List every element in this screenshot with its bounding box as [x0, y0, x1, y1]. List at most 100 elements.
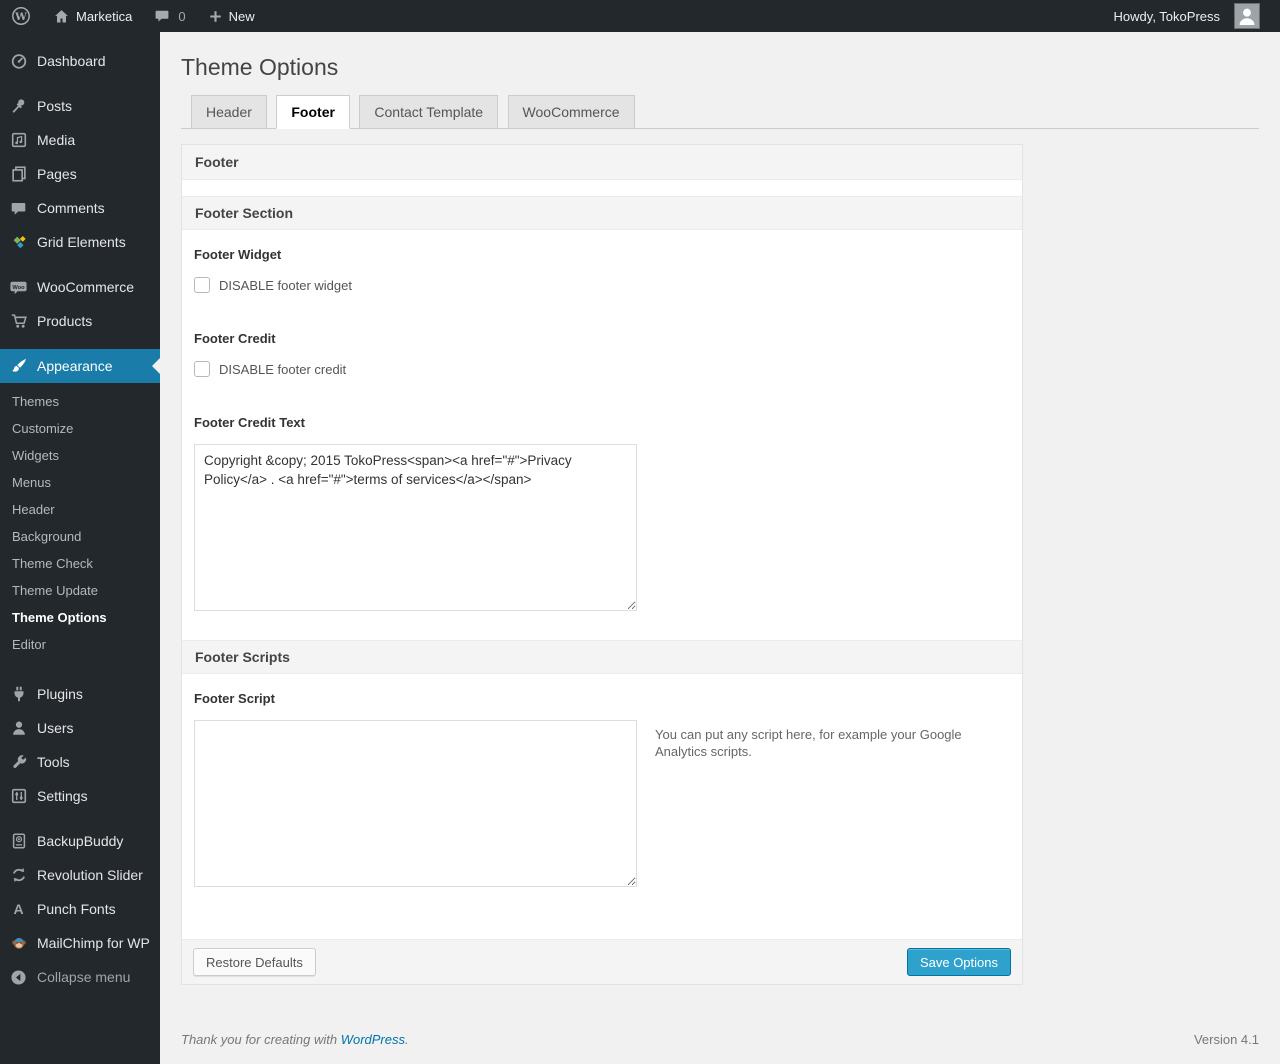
footer-widget-label: Footer Widget — [194, 247, 282, 262]
svg-text:W: W — [14, 11, 27, 23]
mailchimp-monkey-icon — [9, 934, 28, 953]
comments-menu[interactable]: 0 — [143, 0, 196, 32]
footer-script-help-text: You can put any script here, for example… — [655, 727, 962, 759]
panel-button-bar: Restore Defaults Save Options — [182, 939, 1022, 984]
footer-script-textarea[interactable] — [194, 720, 637, 887]
submenu-item-theme-update[interactable]: Theme Update — [0, 577, 160, 604]
media-icon — [9, 131, 28, 150]
sidebar-item-collapse-menu[interactable]: Collapse menu — [0, 960, 160, 994]
sidebar-label: MailChimp for WP — [37, 935, 150, 951]
sidebar-label: Revolution Slider — [37, 867, 143, 883]
sidebar-item-comments[interactable]: Comments — [0, 191, 160, 225]
letter-a-icon: A — [13, 901, 24, 917]
sidebar-item-settings[interactable]: Settings — [0, 779, 160, 813]
pages-icon — [9, 165, 28, 184]
cart-icon — [9, 312, 28, 331]
wordpress-logo-icon: W — [11, 6, 31, 26]
sidebar-label: BackupBuddy — [37, 833, 124, 849]
collapse-arrow-icon — [9, 968, 28, 987]
disable-footer-widget-label: DISABLE footer widget — [219, 277, 352, 293]
admin-bar: W Marketica 0 New Howdy, TokoPress — [0, 0, 1280, 32]
howdy-account-menu[interactable]: Howdy, TokoPress — [1103, 0, 1271, 32]
admin-footer: Thank you for creating with WordPress. V… — [181, 1032, 1259, 1047]
sidebar-item-posts[interactable]: Posts — [0, 89, 160, 123]
submenu-item-menus[interactable]: Menus — [0, 469, 160, 496]
admin-sidebar: Dashboard Posts Media Pages Comments Gri… — [0, 32, 160, 1064]
thanks-text: Thank you for creating with WordPress. — [181, 1032, 409, 1047]
site-link[interactable]: Marketica — [42, 0, 143, 32]
save-options-button[interactable]: Save Options — [906, 948, 1011, 976]
comment-bubble-icon — [154, 8, 170, 24]
sidebar-item-grid-elements[interactable]: Grid Elements — [0, 225, 160, 259]
sidebar-label: Dashboard — [37, 53, 106, 69]
comment-count: 0 — [178, 8, 186, 24]
howdy-text: Howdy, TokoPress — [1113, 8, 1220, 24]
tab-woocommerce[interactable]: WooCommerce — [507, 95, 635, 129]
sidebar-item-products[interactable]: Products — [0, 304, 160, 338]
restore-defaults-button[interactable]: Restore Defaults — [193, 948, 316, 976]
grid-elements-icon — [9, 233, 28, 252]
wordpress-logo-menu[interactable]: W — [0, 0, 42, 32]
sidebar-label: Plugins — [37, 686, 83, 702]
sidebar-item-pages[interactable]: Pages — [0, 157, 160, 191]
plugin-icon — [9, 685, 28, 704]
disable-footer-credit-label: DISABLE footer credit — [219, 361, 347, 377]
footer-section-header: Footer Section — [182, 196, 1022, 230]
user-icon — [9, 719, 28, 738]
sidebar-item-media[interactable]: Media — [0, 123, 160, 157]
refresh-arrows-icon — [9, 866, 28, 885]
comment-icon — [9, 199, 28, 218]
sidebar-item-punch-fonts[interactable]: A Punch Fonts — [0, 892, 160, 926]
footer-credit-text-textarea[interactable]: Copyright &copy; 2015 TokoPress<span><a … — [194, 444, 637, 611]
theme-options-panel: Footer Footer Section Footer Widget DISA… — [181, 144, 1023, 985]
sidebar-label: Media — [37, 132, 76, 148]
sidebar-item-plugins[interactable]: Plugins — [0, 677, 160, 711]
sidebar-item-tools[interactable]: Tools — [0, 745, 160, 779]
home-icon — [53, 8, 70, 25]
panel-title: Footer — [182, 145, 1022, 180]
wordpress-admin-screen: W Marketica 0 New Howdy, TokoPress Dashb… — [0, 0, 1280, 1064]
sidebar-label: Tools — [37, 754, 70, 770]
submenu-item-header[interactable]: Header — [0, 496, 160, 523]
site-name: Marketica — [76, 8, 133, 24]
sidebar-item-revolution-slider[interactable]: Revolution Slider — [0, 858, 160, 892]
sidebar-item-appearance[interactable]: Appearance — [0, 349, 160, 383]
brush-icon — [9, 357, 28, 376]
tab-bar: Header Footer Contact Template WooCommer… — [181, 95, 1259, 129]
disable-footer-credit-checkbox[interactable] — [194, 361, 210, 377]
woocommerce-icon: Woo — [9, 278, 28, 297]
tab-footer[interactable]: Footer — [276, 95, 350, 129]
sidebar-item-mailchimp[interactable]: MailChimp for WP — [0, 926, 160, 960]
svg-text:Woo: Woo — [12, 284, 25, 290]
pin-icon — [9, 97, 28, 116]
avatar — [1234, 3, 1260, 29]
backup-drive-icon — [9, 832, 28, 851]
sidebar-label: Comments — [37, 200, 105, 216]
sidebar-item-users[interactable]: Users — [0, 711, 160, 745]
sidebar-label: Collapse menu — [37, 969, 131, 985]
submenu-item-customize[interactable]: Customize — [0, 415, 160, 442]
footer-credit-label: Footer Credit — [194, 331, 276, 346]
sidebar-item-woocommerce[interactable]: Woo WooCommerce — [0, 270, 160, 304]
sidebar-label: Grid Elements — [37, 234, 126, 250]
page-title: Theme Options — [181, 54, 339, 80]
sidebar-label: Settings — [37, 788, 88, 804]
submenu-item-widgets[interactable]: Widgets — [0, 442, 160, 469]
sidebar-label: WooCommerce — [37, 279, 134, 295]
sidebar-label: Users — [37, 720, 74, 736]
wordpress-link[interactable]: WordPress — [341, 1032, 405, 1047]
submenu-item-background[interactable]: Background — [0, 523, 160, 550]
tab-contact-template[interactable]: Contact Template — [359, 95, 499, 129]
footer-credit-text-label: Footer Credit Text — [194, 415, 305, 430]
disable-footer-widget-checkbox[interactable] — [194, 277, 210, 293]
submenu-item-theme-check[interactable]: Theme Check — [0, 550, 160, 577]
tab-header[interactable]: Header — [191, 95, 267, 129]
sidebar-item-backupbuddy[interactable]: BackupBuddy — [0, 824, 160, 858]
new-label: New — [228, 8, 255, 24]
submenu-item-theme-options[interactable]: Theme Options — [0, 604, 160, 631]
submenu-item-themes[interactable]: Themes — [0, 388, 160, 415]
wrench-icon — [9, 753, 28, 772]
submenu-item-editor[interactable]: Editor — [0, 631, 160, 658]
sidebar-item-dashboard[interactable]: Dashboard — [0, 44, 160, 78]
new-menu[interactable]: New — [197, 0, 266, 32]
